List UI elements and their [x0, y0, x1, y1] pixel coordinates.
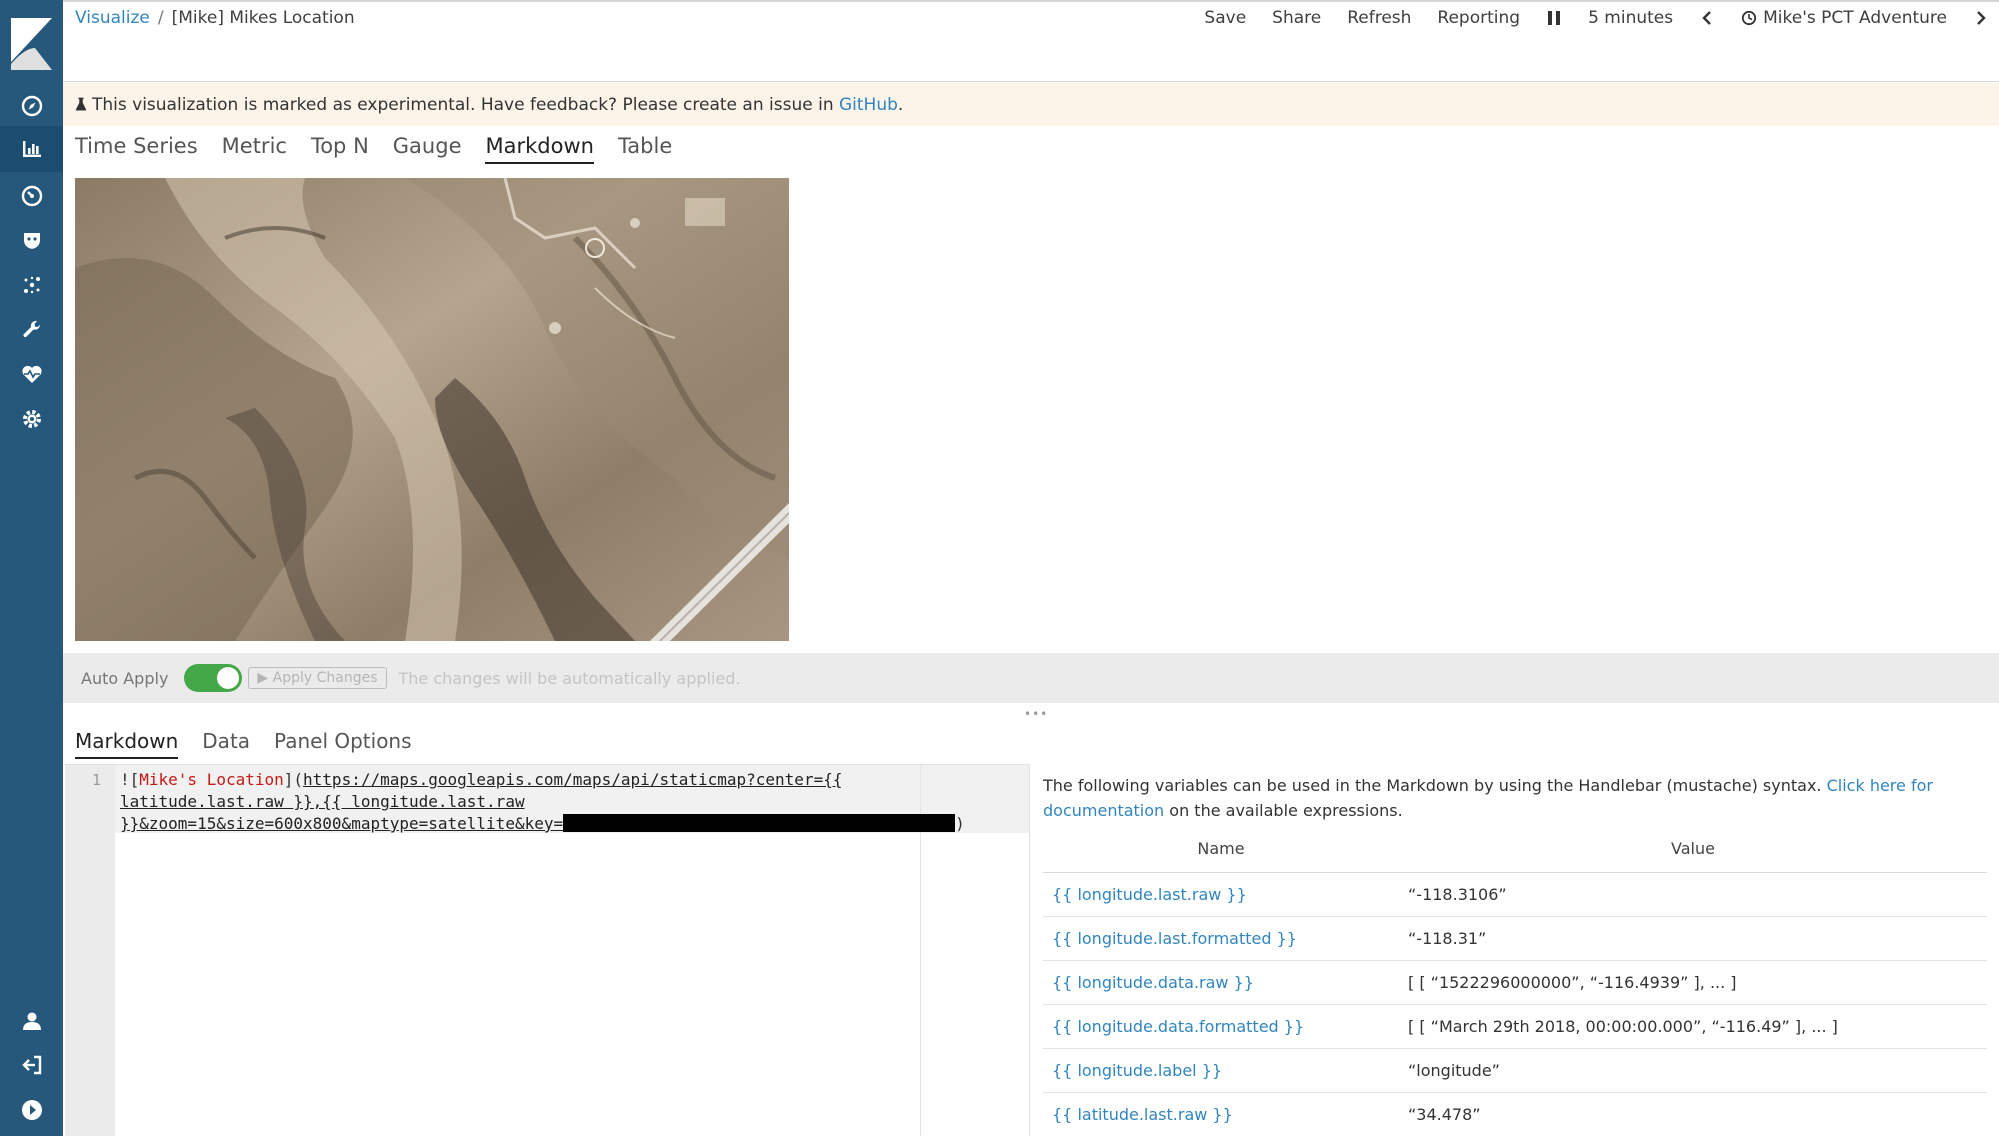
kibana-logo[interactable]	[11, 18, 52, 70]
code-alt-text: Mike's Location	[139, 770, 284, 789]
refresh-interval-button[interactable]: 5 minutes	[1588, 8, 1673, 28]
table-row: {{ longitude.label }} “longitude”	[1043, 1048, 1987, 1093]
column-header-value: Value	[1399, 835, 1987, 873]
pause-icon[interactable]	[1546, 10, 1562, 26]
tab-markdown[interactable]: Markdown	[485, 134, 594, 164]
variable-value: [ [ “March 29th 2018, 00:00:00.000”, “-1…	[1399, 1004, 1987, 1049]
chevron-left-icon[interactable]	[1699, 10, 1715, 26]
table-row: {{ longitude.data.formatted }} [ [ “Marc…	[1043, 1004, 1987, 1049]
satellite-map-image	[75, 178, 789, 641]
chevron-right-icon[interactable]	[1973, 10, 1989, 26]
collapse-icon[interactable]	[16, 1094, 48, 1126]
banner-suffix: .	[897, 94, 904, 115]
tab-metric[interactable]: Metric	[222, 134, 287, 164]
variables-table: Name Value {{ longitude.last.raw }} “-11…	[1043, 835, 1987, 1136]
variable-value: “34.478”	[1399, 1092, 1987, 1136]
table-row: {{ latitude.last.raw }} “34.478”	[1043, 1092, 1987, 1136]
variable-value: “-118.31”	[1399, 916, 1987, 961]
logout-icon[interactable]	[16, 1049, 48, 1081]
breadcrumb-separator: /	[157, 8, 164, 28]
line-gutter: 1	[65, 765, 115, 1136]
reporting-button[interactable]: Reporting	[1437, 8, 1520, 28]
banner-text: This visualization is marked as experime…	[92, 94, 834, 115]
tab-markdown-editor[interactable]: Markdown	[75, 729, 179, 759]
tab-gauge[interactable]: Gauge	[393, 134, 462, 164]
tab-panel-options[interactable]: Panel Options	[274, 729, 411, 759]
flask-icon	[75, 97, 87, 112]
variable-name[interactable]: {{ longitude.data.raw }}	[1043, 960, 1399, 1005]
variable-value: “longitude”	[1399, 1048, 1987, 1093]
refresh-button[interactable]: Refresh	[1347, 8, 1411, 28]
user-icon[interactable]	[16, 1005, 48, 1037]
variables-intro: The following variables can be used in t…	[1043, 773, 1987, 823]
variables-panel: The following variables can be used in t…	[1043, 773, 1987, 1136]
markdown-editor[interactable]: 1 ![Mike's Location](https://maps.google…	[65, 764, 1030, 1136]
toggle-knob	[217, 667, 240, 689]
code-suffix: )	[955, 814, 965, 833]
dev-tools-icon[interactable]	[16, 314, 48, 346]
dashboard-icon[interactable]	[16, 180, 48, 212]
code-url-part-3: }}&zoom=15&size=600x800&maptype=satellit…	[120, 814, 564, 833]
line-number: 1	[91, 771, 101, 789]
save-button[interactable]: Save	[1204, 8, 1246, 28]
monitoring-icon[interactable]	[16, 358, 48, 390]
apply-changes-label: Apply Changes	[272, 670, 378, 686]
management-icon[interactable]	[16, 403, 48, 435]
variable-value: [ [ “1522296000000”, “-116.4939” ], ... …	[1399, 960, 1987, 1005]
code-text[interactable]: ![Mike's Location](https://maps.googleap…	[120, 769, 980, 835]
auto-apply-toggle[interactable]	[184, 664, 243, 692]
column-header-name: Name	[1043, 835, 1399, 873]
variable-name[interactable]: {{ latitude.last.raw }}	[1043, 1092, 1399, 1136]
auto-apply-label: Auto Apply	[81, 668, 169, 688]
timelion-icon[interactable]	[16, 224, 48, 256]
table-row: {{ longitude.last.formatted }} “-118.31”	[1043, 916, 1987, 961]
clock-icon	[1742, 10, 1757, 26]
apply-changes-button[interactable]: ▶ Apply Changes	[248, 667, 387, 689]
auto-apply-bar: Auto Apply ▶ Apply Changes The changes w…	[63, 653, 1999, 703]
variable-name[interactable]: {{ longitude.data.formatted }}	[1043, 1004, 1399, 1049]
ml-icon[interactable]	[16, 269, 48, 301]
editor-tabs: Markdown Data Panel Options	[75, 729, 412, 759]
code-url-part-1: https://maps.googleapis.com/maps/api/sta…	[303, 770, 843, 789]
variable-value: “-118.3106”	[1399, 872, 1987, 917]
auto-apply-note: The changes will be automatically applie…	[398, 668, 741, 688]
time-picker-label: Mike's PCT Adventure	[1763, 8, 1947, 28]
time-picker-button[interactable]: Mike's PCT Adventure	[1741, 8, 1947, 28]
variable-name[interactable]: {{ longitude.last.formatted }}	[1043, 916, 1399, 961]
breadcrumb-current: [Mike] Mikes Location	[171, 8, 355, 28]
resize-handle[interactable]: •••	[1024, 707, 1048, 721]
variables-intro-text: The following variables can be used in t…	[1043, 776, 1822, 795]
tab-top-n[interactable]: Top N	[311, 134, 369, 164]
variables-intro-suffix: on the available expressions.	[1169, 801, 1403, 820]
visualize-icon[interactable]	[0, 126, 63, 172]
variable-name[interactable]: {{ longitude.label }}	[1043, 1048, 1399, 1093]
breadcrumb-visualize-link[interactable]: Visualize	[75, 8, 150, 28]
tab-table[interactable]: Table	[618, 134, 672, 164]
breadcrumb: Visualize / [Mike] Mikes Location	[75, 8, 355, 28]
top-border	[63, 0, 1999, 2]
sidebar	[0, 0, 63, 1136]
code-prefix: ![	[120, 770, 140, 789]
table-row: {{ longitude.data.raw }} [ [ “1522296000…	[1043, 960, 1987, 1005]
experimental-banner: This visualization is marked as experime…	[63, 83, 1999, 126]
top-nav-menu: Save Share Refresh Reporting 5 minutes M…	[1204, 8, 1999, 28]
share-button[interactable]: Share	[1272, 8, 1321, 28]
tab-data[interactable]: Data	[202, 729, 250, 759]
top-nav-bar: Visualize / [Mike] Mikes Location Save S…	[63, 0, 1999, 82]
discover-icon[interactable]	[16, 90, 48, 122]
vis-type-tabs: Time Series Metric Top N Gauge Markdown …	[75, 134, 672, 164]
github-link[interactable]: GitHub	[839, 95, 898, 115]
code-url-part-2: latitude.last.raw }},{{ longitude.last.r…	[120, 792, 525, 811]
redacted-api-key	[563, 814, 956, 832]
code-mid: ](	[283, 770, 304, 789]
tab-time-series[interactable]: Time Series	[75, 134, 198, 164]
variable-name[interactable]: {{ longitude.last.raw }}	[1043, 872, 1399, 917]
table-row: {{ longitude.last.raw }} “-118.3106”	[1043, 872, 1987, 917]
